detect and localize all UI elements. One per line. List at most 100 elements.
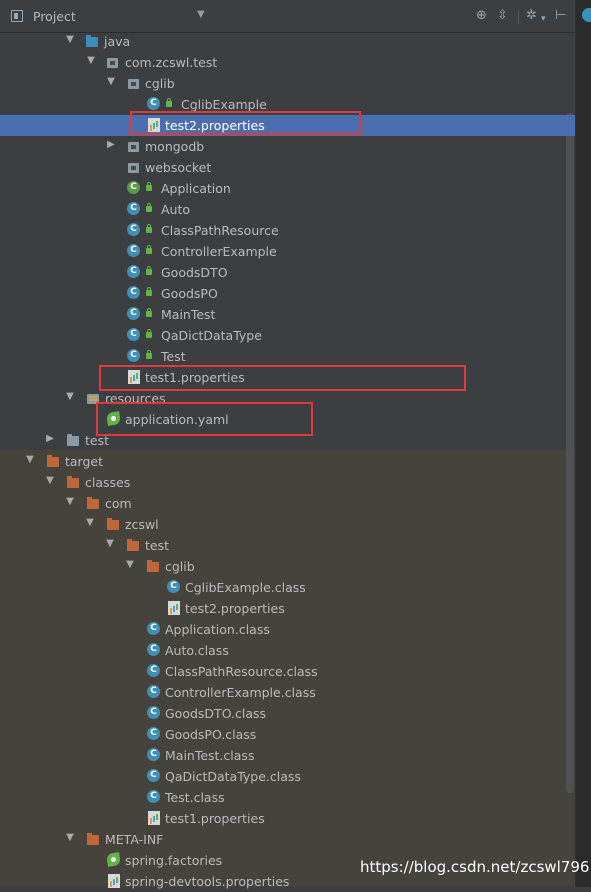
tree-node-meta-inf[interactable]: ▼ META-INF (0, 829, 575, 850)
tree-node-properties-selected[interactable]: test2.properties (0, 115, 575, 136)
tree-node-resources[interactable]: ▼ resources (0, 388, 575, 409)
orange-folder-icon (67, 476, 79, 488)
orange-folder-icon (87, 833, 99, 845)
tree-node-label: websocket (145, 160, 212, 175)
tree-node-class-file[interactable]: C QaDictDataType.class (0, 766, 575, 787)
tree-node-label: test1.properties (165, 811, 265, 826)
tree-node-properties[interactable]: test2.properties (0, 598, 575, 619)
spring-class-icon: C (127, 181, 140, 194)
watermark: https://blog.csdn.net/zcswl7961 (360, 858, 591, 876)
expand-arrow-icon[interactable]: ▼ (84, 517, 96, 528)
collapsed-arrow-icon[interactable]: ▶ (44, 433, 56, 444)
class-file-icon: C (147, 685, 160, 698)
tree-node-properties[interactable]: test1.properties (0, 367, 575, 388)
tree-node-label: test2.properties (185, 601, 285, 616)
tree-node-label: ControllerExample.class (165, 685, 316, 700)
tree-node-websocket[interactable]: websocket (0, 157, 575, 178)
class-file-icon: C (147, 748, 160, 761)
class-file-icon: C (147, 790, 160, 803)
class-icon: C (127, 307, 140, 320)
hide-panel-icon[interactable]: ⊢ (555, 8, 566, 24)
expand-arrow-icon[interactable]: ▼ (64, 496, 76, 507)
tree-node-label: cglib (145, 76, 175, 91)
tree-node-class-file[interactable]: C GoodsDTO.class (0, 703, 575, 724)
tree-node-class-file[interactable]: C ClassPathResource.class (0, 661, 575, 682)
access-lock-icon (146, 287, 152, 296)
settings-gear-icon[interactable]: ✲ (526, 8, 537, 24)
access-lock-icon (146, 203, 152, 212)
tree-node-com[interactable]: ▼ com (0, 493, 575, 514)
tree-node-test[interactable]: ▶ test (0, 430, 575, 451)
tree-node-label: CglibExample (181, 97, 267, 112)
tree-node-label: target (65, 454, 104, 469)
properties-file-icon (168, 601, 180, 615)
expand-arrow-icon[interactable]: ▼ (44, 475, 56, 486)
tree-node-cglib-out[interactable]: ▼ cglib (0, 556, 575, 577)
expand-arrow-icon[interactable]: ▼ (105, 76, 117, 87)
tree-node-class-file[interactable]: C GoodsPO.class (0, 724, 575, 745)
tree-node-class-file[interactable]: C Auto.class (0, 640, 575, 661)
tree-node-package[interactable]: ▼ com.zcswl.test (0, 52, 575, 73)
tree-node-label: QaDictDataType (161, 328, 262, 343)
collapsed-arrow-icon[interactable]: ▶ (105, 139, 117, 150)
orange-folder-icon (127, 539, 139, 551)
collapse-all-icon[interactable]: ⇳ (497, 8, 508, 24)
tree-node-test-out[interactable]: ▼ test (0, 535, 575, 556)
tree-node-class[interactable]: C Test (0, 346, 575, 367)
tree-node-label: test2.properties (165, 118, 265, 133)
orange-folder-icon (107, 518, 119, 530)
tree-node-label: com (105, 496, 132, 511)
expand-arrow-icon[interactable]: ▼ (104, 538, 116, 549)
tree-node-label: Auto (161, 202, 191, 217)
access-lock-icon (146, 266, 152, 275)
tree-node-class[interactable]: C Auto (0, 199, 575, 220)
tree-node-mongodb[interactable]: ▶ mongodb (0, 136, 575, 157)
tree-node-target[interactable]: ▼ target (0, 451, 575, 472)
tree-node-label: Test (161, 349, 186, 364)
access-lock-icon (146, 245, 152, 254)
tree-node-class[interactable]: C ClassPathResource (0, 220, 575, 241)
tree-node-class[interactable]: C GoodsPO (0, 283, 575, 304)
tree-node-label: java (104, 34, 131, 49)
tree-node-label: GoodsPO.class (165, 727, 257, 742)
tree-node-label: application.yaml (125, 412, 229, 427)
tree-node-class-file[interactable]: C MainTest.class (0, 745, 575, 766)
access-lock-icon (146, 350, 152, 359)
tree-node-class-file[interactable]: C Application.class (0, 619, 575, 640)
tree-node-class-file[interactable]: C ControllerExample.class (0, 682, 575, 703)
tree-node-class[interactable]: C CglibExample (0, 94, 575, 115)
tree-node-label: resources (105, 391, 166, 406)
class-file-icon: C (147, 664, 160, 677)
expand-arrow-icon[interactable]: ▼ (64, 34, 76, 45)
tree-node-zcswl[interactable]: ▼ zcswl (0, 514, 575, 535)
class-file-icon: C (167, 580, 180, 593)
expand-arrow-icon[interactable]: ▼ (124, 559, 136, 570)
tree-node-class[interactable]: C Application (0, 178, 575, 199)
tree-node-properties[interactable]: test1.properties (0, 808, 575, 829)
tree-node-classes[interactable]: ▼ classes (0, 472, 575, 493)
class-file-icon: C (147, 769, 160, 782)
view-dropdown-arrow-icon[interactable]: ▼ (197, 9, 205, 20)
settings-dropdown-icon[interactable]: ▾ (541, 11, 546, 27)
tree-node-label: Test.class (165, 790, 225, 805)
tree-node-java[interactable]: ▼ java (0, 31, 575, 52)
spring-config-icon (106, 411, 121, 426)
expand-arrow-icon[interactable]: ▼ (64, 832, 76, 843)
expand-arrow-icon[interactable]: ▼ (64, 391, 76, 402)
tree-node-class[interactable]: C ControllerExample (0, 241, 575, 262)
expand-arrow-icon[interactable]: ▼ (85, 55, 97, 66)
locate-icon[interactable]: ⊕ (476, 8, 487, 24)
tree-node-label: com.zcswl.test (125, 55, 218, 70)
tree-node-class[interactable]: C GoodsDTO (0, 262, 575, 283)
tree-node-cglib[interactable]: ▼ cglib (0, 73, 575, 94)
class-icon: C (127, 328, 140, 341)
class-icon: C (127, 349, 140, 362)
tree-node-class-file[interactable]: C Test.class (0, 787, 575, 808)
package-icon (128, 142, 139, 152)
tree-node-label: MainTest (161, 307, 216, 322)
tree-node-yaml[interactable]: application.yaml (0, 409, 575, 430)
tree-node-class[interactable]: C QaDictDataType (0, 325, 575, 346)
tree-node-class[interactable]: C MainTest (0, 304, 575, 325)
tree-node-class-file[interactable]: C CglibExample.class (0, 577, 575, 598)
expand-arrow-icon[interactable]: ▼ (24, 454, 36, 465)
